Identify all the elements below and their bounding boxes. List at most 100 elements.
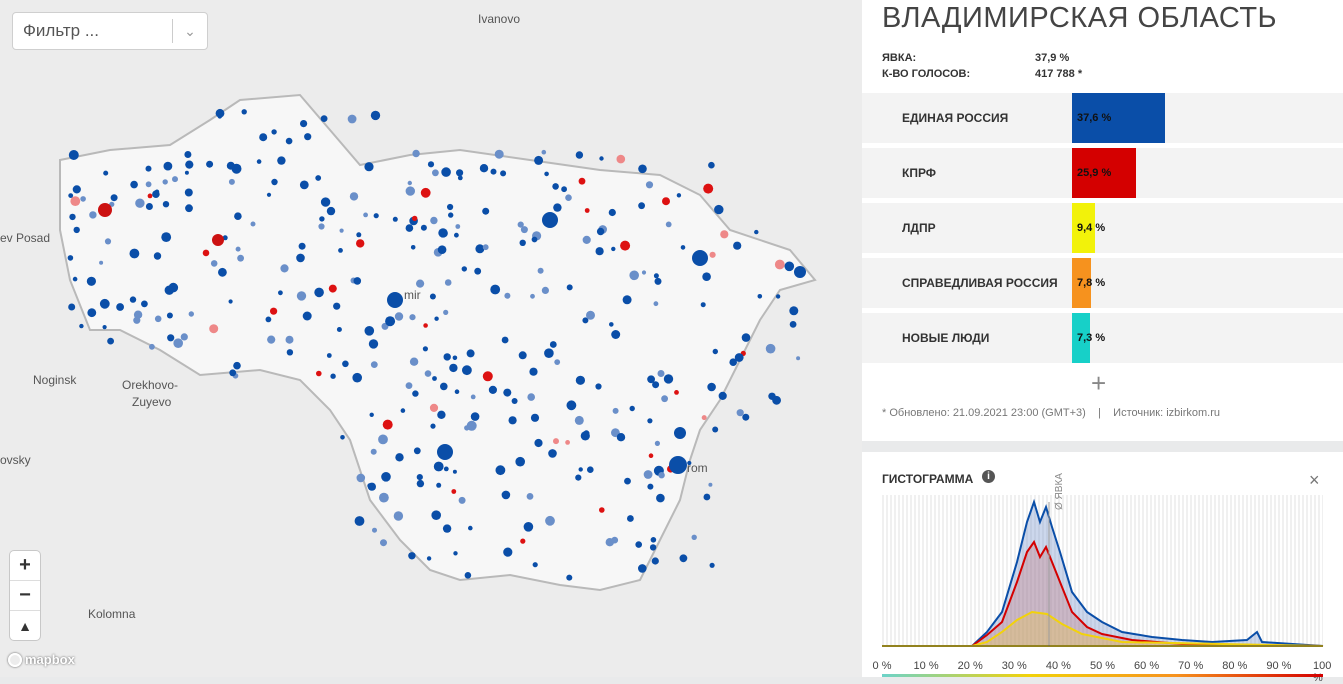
polling-station-dot[interactable] xyxy=(586,310,595,320)
polling-station-dot[interactable] xyxy=(599,507,605,513)
polling-station-dot[interactable] xyxy=(235,246,241,252)
polling-station-dot[interactable] xyxy=(443,353,451,361)
polling-station-dot[interactable] xyxy=(400,408,406,413)
polling-station-dot[interactable] xyxy=(429,293,436,300)
party-row[interactable]: СПРАВЕДЛИВАЯ РОССИЯ 7,8 % xyxy=(862,258,1343,308)
party-row[interactable]: ЕДИНАЯ РОССИЯ 37,6 % xyxy=(862,93,1343,143)
polling-station-dot[interactable] xyxy=(653,273,659,279)
polling-station-dot[interactable] xyxy=(582,235,591,244)
polling-station-dot[interactable] xyxy=(452,469,457,474)
polling-station-dot[interactable] xyxy=(184,188,193,197)
polling-station-dot[interactable] xyxy=(161,232,172,243)
polling-station-dot[interactable] xyxy=(574,415,584,425)
polling-station-dot[interactable] xyxy=(663,374,674,384)
polling-station-dot[interactable] xyxy=(319,216,325,222)
polling-station-dot[interactable] xyxy=(622,295,632,305)
polling-station-dot[interactable] xyxy=(145,165,152,172)
polling-station-dot[interactable] xyxy=(393,511,404,521)
polling-station-dot[interactable] xyxy=(409,314,416,321)
polling-station-dot[interactable] xyxy=(410,245,416,250)
polling-station-dot[interactable] xyxy=(464,425,470,431)
polling-station-dot[interactable] xyxy=(80,196,86,202)
polling-station-dot[interactable] xyxy=(330,373,336,379)
polling-station-dot[interactable] xyxy=(703,183,714,194)
polling-station-dot[interactable] xyxy=(129,296,137,303)
polling-station-dot[interactable] xyxy=(461,266,467,272)
polling-station-dot[interactable] xyxy=(184,151,192,158)
polling-station-dot[interactable] xyxy=(270,307,278,315)
polling-station-dot[interactable] xyxy=(149,343,155,350)
polling-station-dot[interactable] xyxy=(172,176,178,183)
polling-station-dot[interactable] xyxy=(443,309,449,315)
polling-station-dot[interactable] xyxy=(654,277,662,285)
polling-station-dot[interactable] xyxy=(432,376,437,381)
polling-station-dot[interactable] xyxy=(527,393,535,401)
polling-station-dot[interactable] xyxy=(79,323,84,329)
polling-station-dot[interactable] xyxy=(296,291,307,301)
polling-station-dot[interactable] xyxy=(620,240,631,251)
polling-station-dot[interactable] xyxy=(700,302,706,308)
polling-station-dot[interactable] xyxy=(650,537,657,543)
polling-station-dot[interactable] xyxy=(611,330,621,339)
polling-station-dot[interactable] xyxy=(353,277,362,285)
polling-station-dot[interactable] xyxy=(347,114,357,124)
polling-station-dot[interactable] xyxy=(566,574,573,581)
polling-station-dot[interactable] xyxy=(135,198,145,208)
polling-station-dot[interactable] xyxy=(271,129,277,135)
polling-station-dot[interactable] xyxy=(733,241,742,250)
zoom-in-button[interactable]: + xyxy=(10,551,40,581)
polling-station-dot[interactable] xyxy=(595,383,602,390)
polling-station-dot[interactable] xyxy=(772,395,781,405)
polling-station-dot[interactable] xyxy=(479,164,489,173)
polling-station-dot[interactable] xyxy=(405,186,415,196)
polling-station-dot[interactable] xyxy=(575,474,582,481)
polling-station-dot[interactable] xyxy=(515,456,525,467)
polling-station-dot[interactable] xyxy=(679,554,688,563)
polling-station-dot[interactable] xyxy=(349,192,359,201)
polling-station-dot[interactable] xyxy=(369,412,374,417)
polling-station-dot[interactable] xyxy=(444,279,452,286)
polling-station-dot[interactable] xyxy=(468,525,473,531)
polling-station-dot[interactable] xyxy=(285,137,293,145)
polling-station-dot[interactable] xyxy=(104,238,112,245)
polling-station-dot[interactable] xyxy=(703,493,711,501)
polling-station-dot[interactable] xyxy=(680,245,686,250)
polling-station-dot[interactable] xyxy=(130,180,138,189)
polling-station-dot[interactable] xyxy=(342,360,349,368)
map-canvas[interactable] xyxy=(0,0,862,677)
polling-station-dot[interactable] xyxy=(133,310,143,319)
polling-station-dot[interactable] xyxy=(426,556,432,561)
polling-station-dot[interactable] xyxy=(72,185,81,194)
polling-station-dot[interactable] xyxy=(701,415,707,421)
polling-station-dot[interactable] xyxy=(370,110,381,121)
polling-station-dot[interactable] xyxy=(256,159,262,164)
polling-station-dot[interactable] xyxy=(333,302,341,310)
polling-station-dot[interactable] xyxy=(454,232,459,238)
polling-station-dot[interactable] xyxy=(266,192,272,197)
polling-station-dot[interactable] xyxy=(455,224,461,229)
polling-station-dot[interactable] xyxy=(320,197,331,207)
polling-station-dot[interactable] xyxy=(231,163,242,174)
polling-station-dot[interactable] xyxy=(370,361,378,368)
polling-station-dot[interactable] xyxy=(712,348,718,355)
polling-station-dot[interactable] xyxy=(420,224,427,231)
polling-station-dot[interactable] xyxy=(707,382,716,392)
polling-station-dot[interactable] xyxy=(534,438,543,448)
polling-station-dot[interactable] xyxy=(774,259,785,270)
polling-station-dot[interactable] xyxy=(490,168,497,175)
map-area[interactable]: Ivanovo ev Posad Noginsk Orekhovo- Zuyev… xyxy=(0,0,862,677)
polling-station-dot[interactable] xyxy=(433,461,444,472)
polling-station-dot[interactable] xyxy=(599,156,604,161)
polling-station-dot[interactable] xyxy=(314,287,324,298)
polling-station-dot[interactable] xyxy=(180,333,188,341)
polling-station-dot[interactable] xyxy=(129,248,140,259)
polling-station-dot[interactable] xyxy=(545,515,555,526)
polling-station-dot[interactable] xyxy=(356,473,366,483)
polling-station-dot[interactable] xyxy=(789,321,797,328)
polling-station-dot[interactable] xyxy=(277,156,286,165)
polling-station-dot[interactable] xyxy=(145,181,152,188)
polling-station-dot[interactable] xyxy=(145,203,153,210)
polling-station-dot[interactable] xyxy=(553,438,559,445)
polling-station-dot[interactable] xyxy=(520,538,526,544)
polling-station-dot[interactable] xyxy=(501,490,511,500)
